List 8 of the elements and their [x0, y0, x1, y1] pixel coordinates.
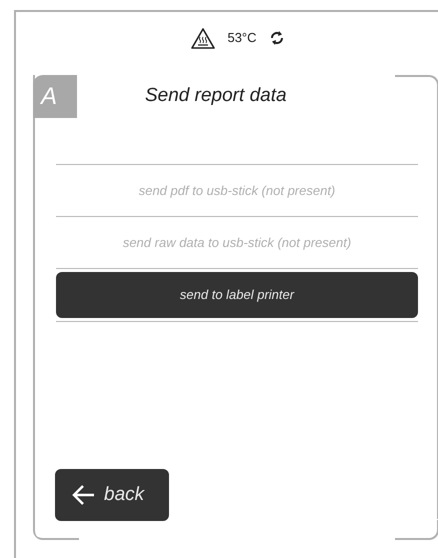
hot-surface-warning-icon	[191, 28, 216, 48]
back-button[interactable]: back	[55, 469, 169, 521]
panel-title: Send report data	[145, 84, 287, 108]
panel-tab-letter: A	[33, 75, 77, 118]
sync-icon	[268, 29, 285, 47]
option-button[interactable]: send to label printer	[56, 272, 418, 318]
temperature-reading: 53°C	[227, 29, 257, 48]
arrow-left-icon	[72, 484, 96, 506]
